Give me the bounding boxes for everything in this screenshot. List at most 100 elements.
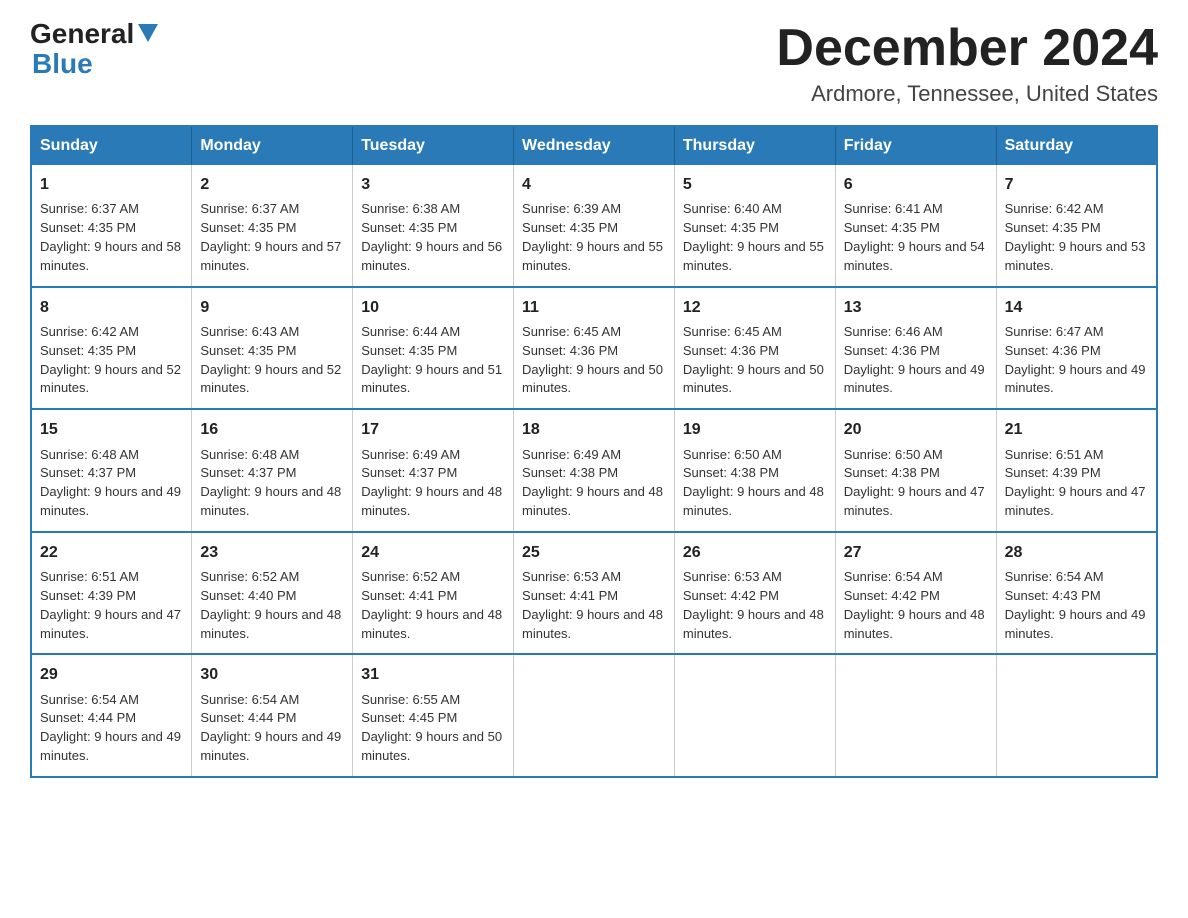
day-info: Sunrise: 6:38 AMSunset: 4:35 PMDaylight:…	[361, 201, 502, 273]
calendar-table: Sunday Monday Tuesday Wednesday Thursday…	[30, 125, 1158, 778]
day-info: Sunrise: 6:44 AMSunset: 4:35 PMDaylight:…	[361, 324, 502, 396]
table-row: 28 Sunrise: 6:54 AMSunset: 4:43 PMDaylig…	[996, 532, 1157, 655]
day-number: 10	[361, 296, 505, 319]
day-info: Sunrise: 6:39 AMSunset: 4:35 PMDaylight:…	[522, 201, 663, 273]
header-thursday: Thursday	[674, 126, 835, 165]
table-row: 30 Sunrise: 6:54 AMSunset: 4:44 PMDaylig…	[192, 654, 353, 777]
day-number: 25	[522, 541, 666, 564]
day-info: Sunrise: 6:54 AMSunset: 4:44 PMDaylight:…	[40, 692, 181, 764]
table-row: 23 Sunrise: 6:52 AMSunset: 4:40 PMDaylig…	[192, 532, 353, 655]
day-number: 18	[522, 418, 666, 441]
table-row: 16 Sunrise: 6:48 AMSunset: 4:37 PMDaylig…	[192, 409, 353, 532]
main-title: December 2024	[776, 20, 1158, 77]
day-number: 23	[200, 541, 344, 564]
day-info: Sunrise: 6:52 AMSunset: 4:41 PMDaylight:…	[361, 569, 502, 641]
calendar-header-row: Sunday Monday Tuesday Wednesday Thursday…	[31, 126, 1157, 165]
table-row: 13 Sunrise: 6:46 AMSunset: 4:36 PMDaylig…	[835, 287, 996, 410]
table-row: 22 Sunrise: 6:51 AMSunset: 4:39 PMDaylig…	[31, 532, 192, 655]
table-row: 6 Sunrise: 6:41 AMSunset: 4:35 PMDayligh…	[835, 165, 996, 287]
day-info: Sunrise: 6:51 AMSunset: 4:39 PMDaylight:…	[1005, 447, 1146, 519]
day-number: 6	[844, 173, 988, 196]
day-info: Sunrise: 6:49 AMSunset: 4:38 PMDaylight:…	[522, 447, 663, 519]
table-row	[835, 654, 996, 777]
day-info: Sunrise: 6:43 AMSunset: 4:35 PMDaylight:…	[200, 324, 341, 396]
table-row: 10 Sunrise: 6:44 AMSunset: 4:35 PMDaylig…	[353, 287, 514, 410]
day-info: Sunrise: 6:48 AMSunset: 4:37 PMDaylight:…	[40, 447, 181, 519]
day-number: 7	[1005, 173, 1148, 196]
table-row	[514, 654, 675, 777]
table-row: 31 Sunrise: 6:55 AMSunset: 4:45 PMDaylig…	[353, 654, 514, 777]
day-number: 17	[361, 418, 505, 441]
table-row: 24 Sunrise: 6:52 AMSunset: 4:41 PMDaylig…	[353, 532, 514, 655]
calendar-week-row: 8 Sunrise: 6:42 AMSunset: 4:35 PMDayligh…	[31, 287, 1157, 410]
day-number: 22	[40, 541, 183, 564]
calendar-week-row: 1 Sunrise: 6:37 AMSunset: 4:35 PMDayligh…	[31, 165, 1157, 287]
day-number: 15	[40, 418, 183, 441]
table-row: 17 Sunrise: 6:49 AMSunset: 4:37 PMDaylig…	[353, 409, 514, 532]
table-row: 27 Sunrise: 6:54 AMSunset: 4:42 PMDaylig…	[835, 532, 996, 655]
header-monday: Monday	[192, 126, 353, 165]
header: General Blue December 2024 Ardmore, Tenn…	[30, 20, 1158, 107]
day-info: Sunrise: 6:51 AMSunset: 4:39 PMDaylight:…	[40, 569, 181, 641]
table-row: 18 Sunrise: 6:49 AMSunset: 4:38 PMDaylig…	[514, 409, 675, 532]
day-number: 29	[40, 663, 183, 686]
table-row: 2 Sunrise: 6:37 AMSunset: 4:35 PMDayligh…	[192, 165, 353, 287]
day-info: Sunrise: 6:37 AMSunset: 4:35 PMDaylight:…	[200, 201, 341, 273]
table-row: 25 Sunrise: 6:53 AMSunset: 4:41 PMDaylig…	[514, 532, 675, 655]
table-row: 9 Sunrise: 6:43 AMSunset: 4:35 PMDayligh…	[192, 287, 353, 410]
day-number: 21	[1005, 418, 1148, 441]
logo-general-text: General	[30, 20, 134, 48]
day-number: 3	[361, 173, 505, 196]
header-wednesday: Wednesday	[514, 126, 675, 165]
day-info: Sunrise: 6:49 AMSunset: 4:37 PMDaylight:…	[361, 447, 502, 519]
day-info: Sunrise: 6:54 AMSunset: 4:44 PMDaylight:…	[200, 692, 341, 764]
table-row: 3 Sunrise: 6:38 AMSunset: 4:35 PMDayligh…	[353, 165, 514, 287]
table-row: 19 Sunrise: 6:50 AMSunset: 4:38 PMDaylig…	[674, 409, 835, 532]
calendar-week-row: 15 Sunrise: 6:48 AMSunset: 4:37 PMDaylig…	[31, 409, 1157, 532]
day-info: Sunrise: 6:47 AMSunset: 4:36 PMDaylight:…	[1005, 324, 1146, 396]
table-row: 12 Sunrise: 6:45 AMSunset: 4:36 PMDaylig…	[674, 287, 835, 410]
day-number: 31	[361, 663, 505, 686]
day-number: 5	[683, 173, 827, 196]
day-number: 27	[844, 541, 988, 564]
table-row: 26 Sunrise: 6:53 AMSunset: 4:42 PMDaylig…	[674, 532, 835, 655]
header-sunday: Sunday	[31, 126, 192, 165]
day-number: 9	[200, 296, 344, 319]
day-info: Sunrise: 6:53 AMSunset: 4:41 PMDaylight:…	[522, 569, 663, 641]
table-row	[674, 654, 835, 777]
day-info: Sunrise: 6:54 AMSunset: 4:43 PMDaylight:…	[1005, 569, 1146, 641]
day-info: Sunrise: 6:48 AMSunset: 4:37 PMDaylight:…	[200, 447, 341, 519]
table-row: 7 Sunrise: 6:42 AMSunset: 4:35 PMDayligh…	[996, 165, 1157, 287]
subtitle: Ardmore, Tennessee, United States	[776, 81, 1158, 107]
day-number: 26	[683, 541, 827, 564]
table-row: 14 Sunrise: 6:47 AMSunset: 4:36 PMDaylig…	[996, 287, 1157, 410]
day-number: 16	[200, 418, 344, 441]
logo-arrow-icon	[138, 24, 158, 42]
day-number: 20	[844, 418, 988, 441]
day-info: Sunrise: 6:55 AMSunset: 4:45 PMDaylight:…	[361, 692, 502, 764]
day-number: 12	[683, 296, 827, 319]
day-info: Sunrise: 6:53 AMSunset: 4:42 PMDaylight:…	[683, 569, 824, 641]
day-number: 19	[683, 418, 827, 441]
table-row: 20 Sunrise: 6:50 AMSunset: 4:38 PMDaylig…	[835, 409, 996, 532]
calendar-week-row: 29 Sunrise: 6:54 AMSunset: 4:44 PMDaylig…	[31, 654, 1157, 777]
day-info: Sunrise: 6:45 AMSunset: 4:36 PMDaylight:…	[683, 324, 824, 396]
day-number: 24	[361, 541, 505, 564]
table-row: 15 Sunrise: 6:48 AMSunset: 4:37 PMDaylig…	[31, 409, 192, 532]
table-row: 11 Sunrise: 6:45 AMSunset: 4:36 PMDaylig…	[514, 287, 675, 410]
day-info: Sunrise: 6:50 AMSunset: 4:38 PMDaylight:…	[844, 447, 985, 519]
day-number: 11	[522, 296, 666, 319]
title-area: December 2024 Ardmore, Tennessee, United…	[776, 20, 1158, 107]
table-row: 8 Sunrise: 6:42 AMSunset: 4:35 PMDayligh…	[31, 287, 192, 410]
day-info: Sunrise: 6:41 AMSunset: 4:35 PMDaylight:…	[844, 201, 985, 273]
table-row: 4 Sunrise: 6:39 AMSunset: 4:35 PMDayligh…	[514, 165, 675, 287]
header-friday: Friday	[835, 126, 996, 165]
day-info: Sunrise: 6:42 AMSunset: 4:35 PMDaylight:…	[40, 324, 181, 396]
day-info: Sunrise: 6:50 AMSunset: 4:38 PMDaylight:…	[683, 447, 824, 519]
day-number: 8	[40, 296, 183, 319]
day-info: Sunrise: 6:52 AMSunset: 4:40 PMDaylight:…	[200, 569, 341, 641]
day-number: 28	[1005, 541, 1148, 564]
day-number: 4	[522, 173, 666, 196]
day-number: 14	[1005, 296, 1148, 319]
header-tuesday: Tuesday	[353, 126, 514, 165]
